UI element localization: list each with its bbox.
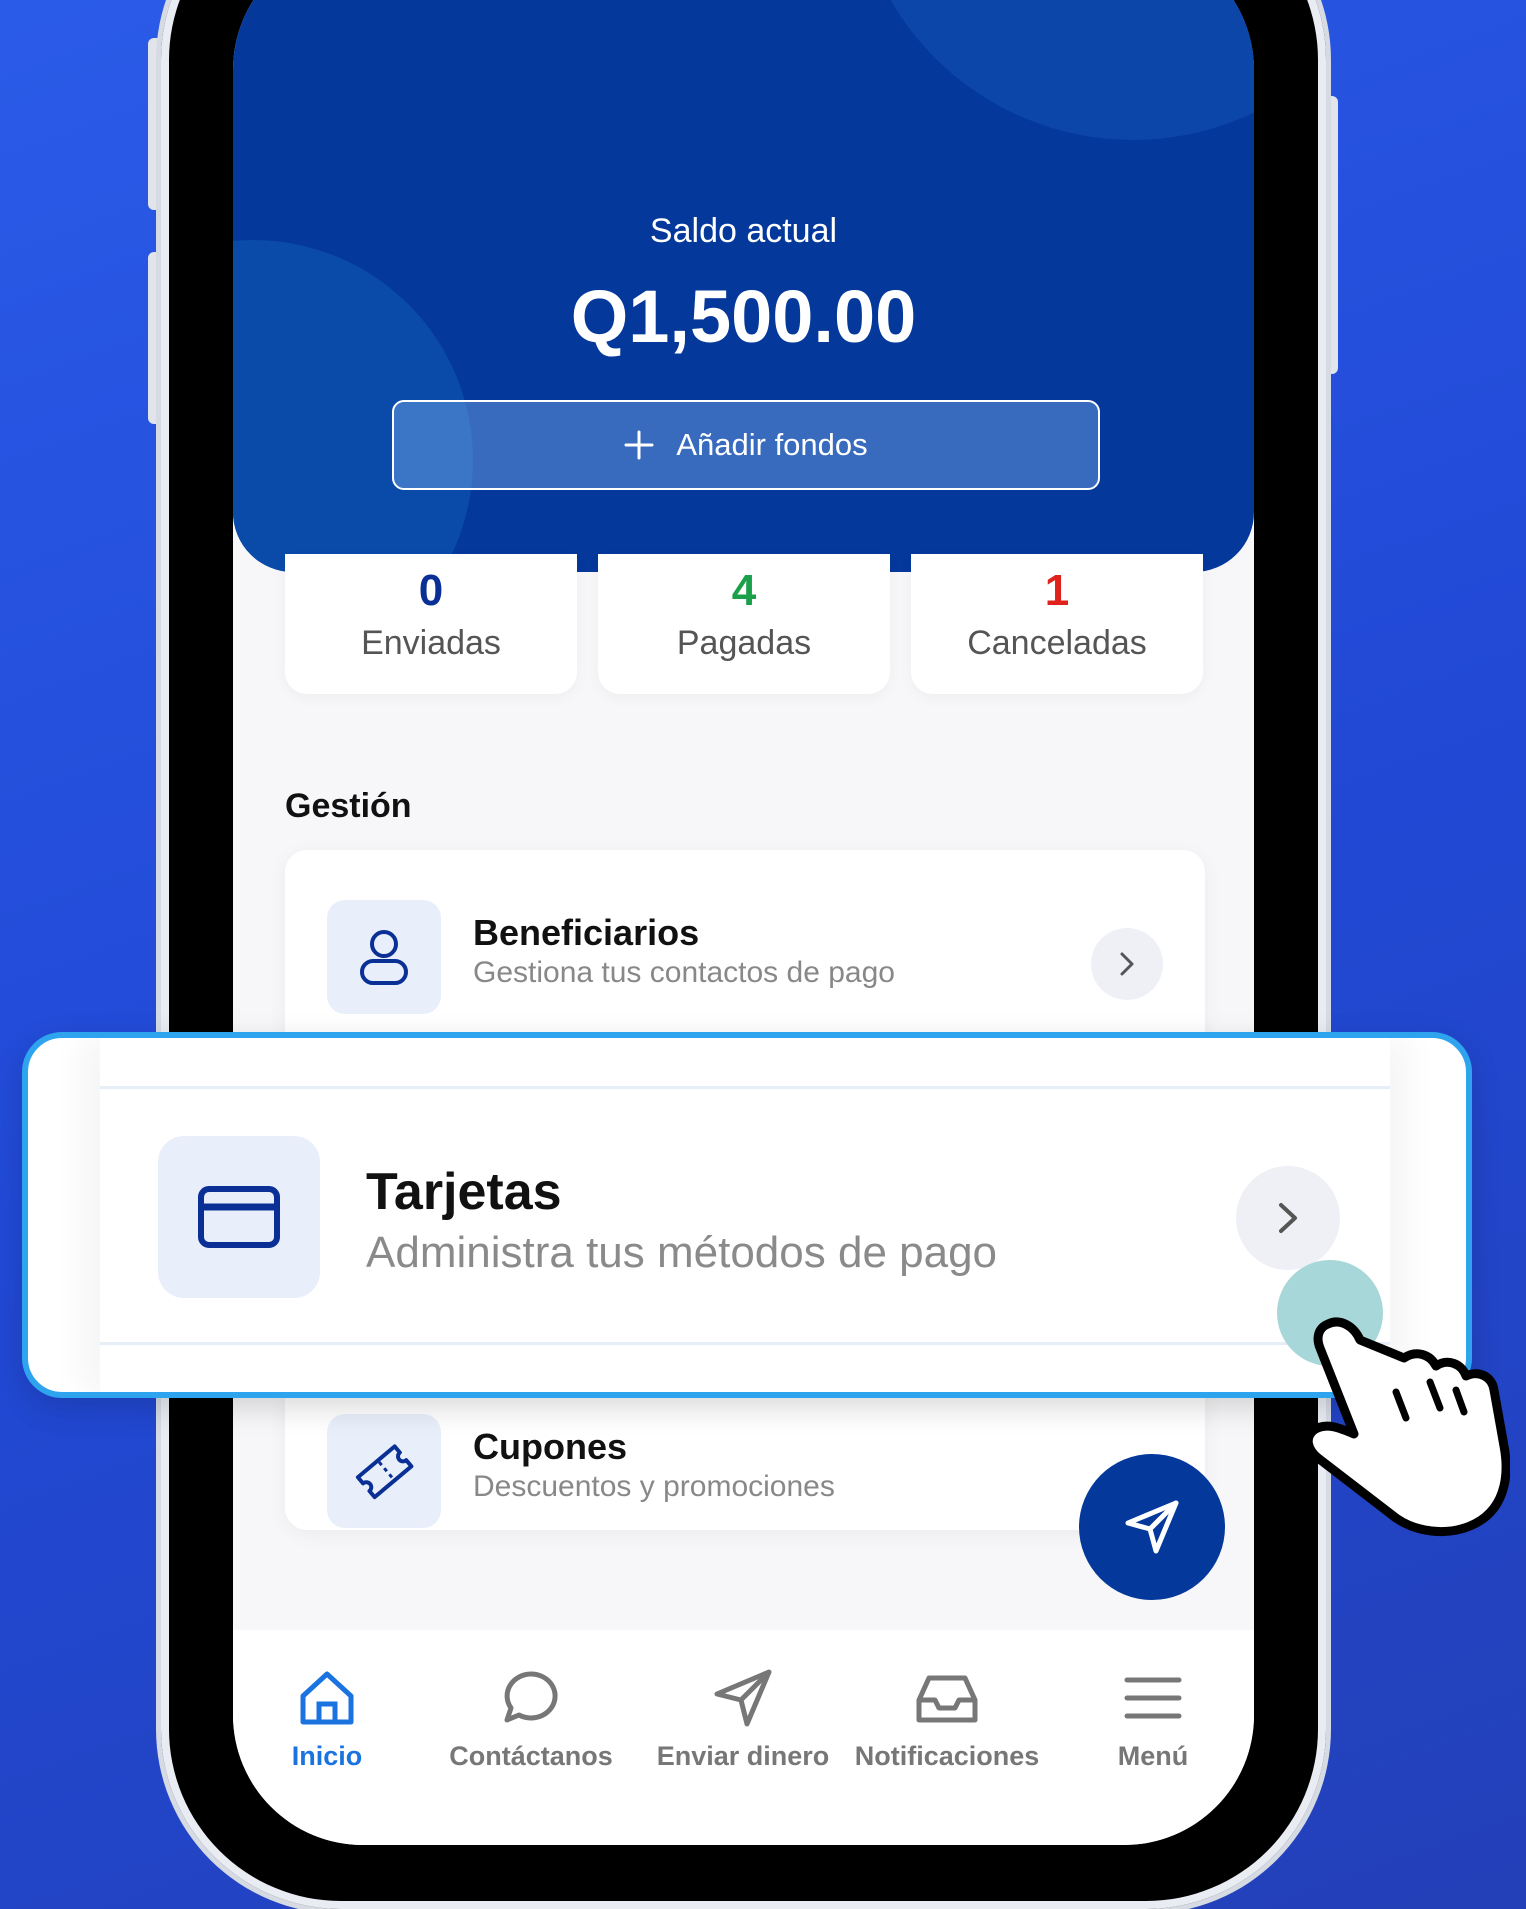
list-item-beneficiarios[interactable]: Beneficiarios Gestiona tus contactos de …	[285, 850, 1205, 1020]
balance-header: Saldo actual Q1,500.00 Añadir fondos	[233, 0, 1254, 572]
list-item-title: Cupones	[473, 1426, 628, 1467]
section-title: Gestión	[285, 787, 412, 825]
pointing-hand-icon	[1303, 1317, 1510, 1536]
stat-pagadas[interactable]: 4 Pagadas	[598, 554, 890, 694]
inbox-icon	[916, 1675, 978, 1723]
bottom-tab-bar: Inicio Contáctanos Enviar dinero Notific…	[233, 1630, 1254, 1845]
stat-label: Pagadas	[676, 624, 812, 662]
list-item-title: Beneficiarios	[473, 912, 700, 953]
home-indicator	[330, 1872, 696, 1884]
app-screen: Saldo actual Q1,500.00 Añadir fondos 0 E…	[233, 0, 1254, 1845]
stat-value: 1	[1044, 566, 1070, 615]
stat-label: Canceladas	[967, 624, 1147, 662]
balance-amount: Q1,500.00	[570, 275, 917, 358]
home-icon	[300, 1671, 354, 1725]
tab-label: Notificaciones	[854, 1741, 1040, 1771]
stat-value: 4	[731, 566, 757, 615]
highlighted-tarjetas-callout[interactable]: Tarjetas Administra tus métodos de pago	[22, 1032, 1472, 1398]
list-item-subtitle: Administra tus métodos de pago	[366, 1228, 998, 1277]
list-item-subtitle: Gestiona tus contactos de pago	[473, 956, 895, 989]
tab-contactanos[interactable]: Contáctanos	[431, 1666, 631, 1772]
add-funds-button[interactable]: Añadir fondos	[392, 400, 1100, 490]
stat-label: Enviadas	[361, 624, 501, 662]
divider	[100, 1086, 1390, 1089]
tab-label: Inicio	[291, 1741, 363, 1771]
list-item-subtitle: Descuentos y promociones	[473, 1470, 835, 1503]
user-icon	[327, 900, 441, 1014]
decorative-circle	[853, 0, 1254, 140]
tab-notificaciones[interactable]: Notificaciones	[847, 1666, 1047, 1772]
list-item-title: Tarjetas	[366, 1163, 562, 1221]
add-funds-label: Añadir fondos	[676, 427, 868, 462]
chevron-right-icon[interactable]	[1091, 928, 1163, 1000]
balance-label: Saldo actual	[649, 212, 838, 250]
send-icon	[714, 1669, 772, 1727]
tab-label: Enviar dinero	[656, 1741, 830, 1771]
chat-icon	[504, 1671, 558, 1723]
tab-enviar-dinero[interactable]: Enviar dinero	[643, 1666, 843, 1772]
credit-card-icon	[158, 1136, 320, 1298]
stat-canceladas[interactable]: 1 Canceladas	[911, 554, 1203, 694]
tab-label: Menú	[1117, 1741, 1189, 1771]
ticket-icon	[327, 1414, 441, 1528]
stat-enviadas[interactable]: 0 Enviadas	[285, 554, 577, 694]
list-item-cupones[interactable]: Cupones Descuentos y promociones	[285, 1384, 1205, 1554]
menu-icon	[1124, 1677, 1182, 1719]
tab-menu[interactable]: Menú	[1053, 1666, 1253, 1772]
chevron-right-icon[interactable]	[1236, 1166, 1340, 1270]
tab-inicio[interactable]: Inicio	[233, 1666, 427, 1772]
send-icon	[1125, 1500, 1179, 1554]
divider	[100, 1342, 1390, 1345]
tab-label: Contáctanos	[449, 1741, 613, 1771]
stat-value: 0	[418, 566, 444, 615]
send-money-fab[interactable]	[1079, 1454, 1225, 1600]
plus-icon	[624, 430, 654, 460]
